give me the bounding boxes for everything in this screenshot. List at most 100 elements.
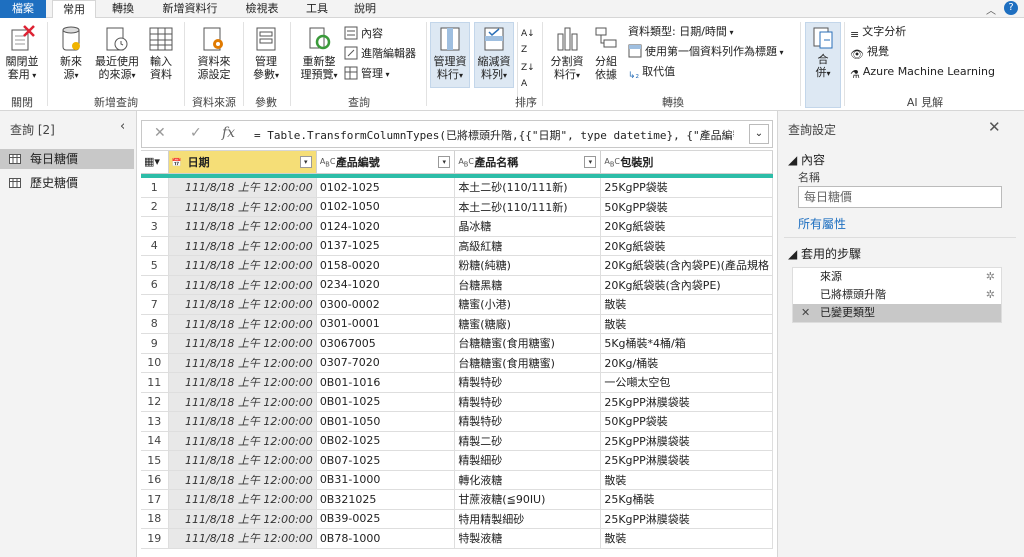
cell-product-id[interactable]: 0B01-1050 [316,411,456,432]
all-properties-link[interactable]: 所有屬性 [798,215,846,232]
cell-package[interactable]: 20Kg紙袋裝(含內袋PE)(產品規格 [600,255,773,276]
row-number[interactable]: 15 [141,450,169,471]
collapse-ribbon-icon[interactable]: ︿ [986,2,996,17]
cell-product-id[interactable]: 03067005 [316,333,456,354]
expand-formula-icon[interactable]: ⌄ [749,124,769,144]
cell-date[interactable]: 111/8/18 上午 12:00:00 [168,333,317,354]
cell-product-id[interactable]: 0300-0002 [316,294,456,315]
sort-ascending-button[interactable]: A↓ Z [521,26,535,58]
source-settings-button[interactable]: 資料來 源設定 [192,24,236,81]
cell-date[interactable]: 111/8/18 上午 12:00:00 [168,294,317,315]
column-filter-icon[interactable]: ▾ [299,156,312,168]
replace-values-button[interactable]: ↳₂ 取代值 [628,64,675,84]
cell-product-name[interactable]: 精製特砂 [454,411,602,432]
tab-transform[interactable]: 轉換 [104,0,142,18]
row-number[interactable]: 7 [141,294,169,315]
query-name-input[interactable]: 每日糖價 [798,186,1002,208]
cell-date[interactable]: 111/8/18 上午 12:00:00 [168,470,317,490]
column-header-package[interactable]: ABC包裝別 [600,151,773,174]
cell-date[interactable]: 111/8/18 上午 12:00:00 [168,314,317,334]
cell-product-name[interactable]: 台糖糖蜜(食用糖蜜) [454,333,602,354]
row-number[interactable]: 10 [141,353,169,373]
column-header-date[interactable]: 📅 日期 ▾ [168,151,317,174]
row-number[interactable]: 6 [141,275,169,295]
cell-package[interactable]: 散裝 [600,314,773,334]
advanced-editor-button[interactable]: 進階編輯器 [344,46,416,62]
cell-product-id[interactable]: 0B01-1025 [316,392,456,412]
combine-button[interactable]: 合 併▾ [805,26,841,80]
cell-package[interactable]: 20Kg紙袋裝(含內袋PE) [600,275,773,295]
cell-product-name[interactable]: 精製細砂 [454,450,602,471]
cell-product-name[interactable]: 本土二砂(110/111新) [454,177,602,198]
tab-view[interactable]: 檢視表 [236,0,288,18]
cell-product-id[interactable]: 0124-1020 [316,216,456,237]
query-item-daily-sugar[interactable]: 每日糖價 [0,149,134,169]
cell-product-name[interactable]: 粉糖(純糖) [454,255,602,276]
function-icon[interactable]: fx [222,125,235,141]
cell-date[interactable]: 111/8/18 上午 12:00:00 [168,392,317,412]
row-number[interactable]: 17 [141,489,169,510]
cell-product-name[interactable]: 糖蜜(小港) [454,294,602,315]
cell-product-id[interactable]: 0102-1050 [316,197,456,217]
row-number[interactable]: 19 [141,528,169,549]
manage-params-button[interactable]: 管理 參數▾ [248,24,284,82]
row-number[interactable]: 9 [141,333,169,354]
cell-package[interactable]: 25KgPP淋膜袋裝 [600,509,773,529]
cell-product-id[interactable]: 0B321025 [316,489,456,510]
group-by-button[interactable]: 分組 依據 [590,24,622,81]
cell-date[interactable]: 111/8/18 上午 12:00:00 [168,177,317,198]
gear-icon[interactable]: ✲ [986,268,995,286]
reduce-rows-button[interactable]: 縮減資 料列▾ [474,26,514,82]
cell-date[interactable]: 111/8/18 上午 12:00:00 [168,509,317,529]
close-apply-button[interactable]: 關閉並 套用 ▾ [2,24,42,82]
cell-date[interactable]: 111/8/18 上午 12:00:00 [168,216,317,237]
row-number[interactable]: 2 [141,197,169,217]
cell-package[interactable]: 一公噸太空包 [600,372,773,393]
cell-product-id[interactable]: 0B78-1000 [316,528,456,549]
cell-date[interactable]: 111/8/18 上午 12:00:00 [168,197,317,217]
cell-product-name[interactable]: 台糖黑糖 [454,275,602,295]
cell-product-name[interactable]: 甘蔗液糖(≦90IU) [454,489,602,510]
cell-product-id[interactable]: 0137-1025 [316,236,456,256]
row-number[interactable]: 4 [141,236,169,256]
new-source-button[interactable]: 新來 源▾ [54,24,88,82]
manage-columns-button[interactable]: 管理資 料行▾ [430,26,470,82]
properties-button[interactable]: 內容 [344,26,383,42]
step-changed-type[interactable]: ✕ 已變更類型 [793,304,1001,322]
cell-package[interactable]: 散裝 [600,528,773,549]
close-icon[interactable]: ✕ [988,118,1001,136]
split-column-button[interactable]: 分割資 料行▾ [548,24,586,82]
cell-date[interactable]: 111/8/18 上午 12:00:00 [168,489,317,510]
row-number[interactable]: 3 [141,216,169,237]
cell-date[interactable]: 111/8/18 上午 12:00:00 [168,528,317,549]
cell-date[interactable]: 111/8/18 上午 12:00:00 [168,255,317,276]
cancel-icon[interactable]: ✕ [154,125,166,141]
enter-data-button[interactable]: 輸入 資料 [146,24,176,81]
step-source[interactable]: 來源 ✲ [793,268,1001,286]
column-header-product-name[interactable]: ABC產品名稱 ▾ [454,151,602,174]
delete-step-icon[interactable]: ✕ [801,304,810,322]
sort-descending-button[interactable]: Z↓ A [521,60,535,92]
cell-product-id[interactable]: 0B39-0025 [316,509,456,529]
cell-product-id[interactable]: 0301-0001 [316,314,456,334]
cell-product-name[interactable]: 精製二砂 [454,431,602,451]
row-number[interactable]: 18 [141,509,169,529]
cell-product-id[interactable]: 0102-1025 [316,177,456,198]
cell-product-name[interactable]: 晶冰糖 [454,216,602,237]
recent-sources-button[interactable]: 最近使用 的來源▾ [92,24,142,82]
row-number[interactable]: 12 [141,392,169,412]
collapse-pane-icon[interactable]: ‹ [120,119,125,134]
cell-date[interactable]: 111/8/18 上午 12:00:00 [168,372,317,393]
cell-product-id[interactable]: 0234-1020 [316,275,456,295]
cell-package[interactable]: 20Kg紙袋裝 [600,216,773,237]
use-first-row-button[interactable]: 使用第一個資料列作為標題 ▾ [628,44,784,61]
cell-package[interactable]: 25KgPP袋裝 [600,177,773,198]
cell-package[interactable]: 散裝 [600,470,773,490]
row-number[interactable]: 8 [141,314,169,334]
formula-input[interactable]: = Table.TransformColumnTypes(已將標頭升階,{{"日… [254,127,734,143]
vision-button[interactable]: 👁 視覺 [850,44,889,63]
cell-product-id[interactable]: 0158-0020 [316,255,456,276]
cell-date[interactable]: 111/8/18 上午 12:00:00 [168,431,317,451]
cell-product-name[interactable]: 台糖糖蜜(食用糖蜜) [454,353,602,373]
row-number[interactable]: 14 [141,431,169,451]
